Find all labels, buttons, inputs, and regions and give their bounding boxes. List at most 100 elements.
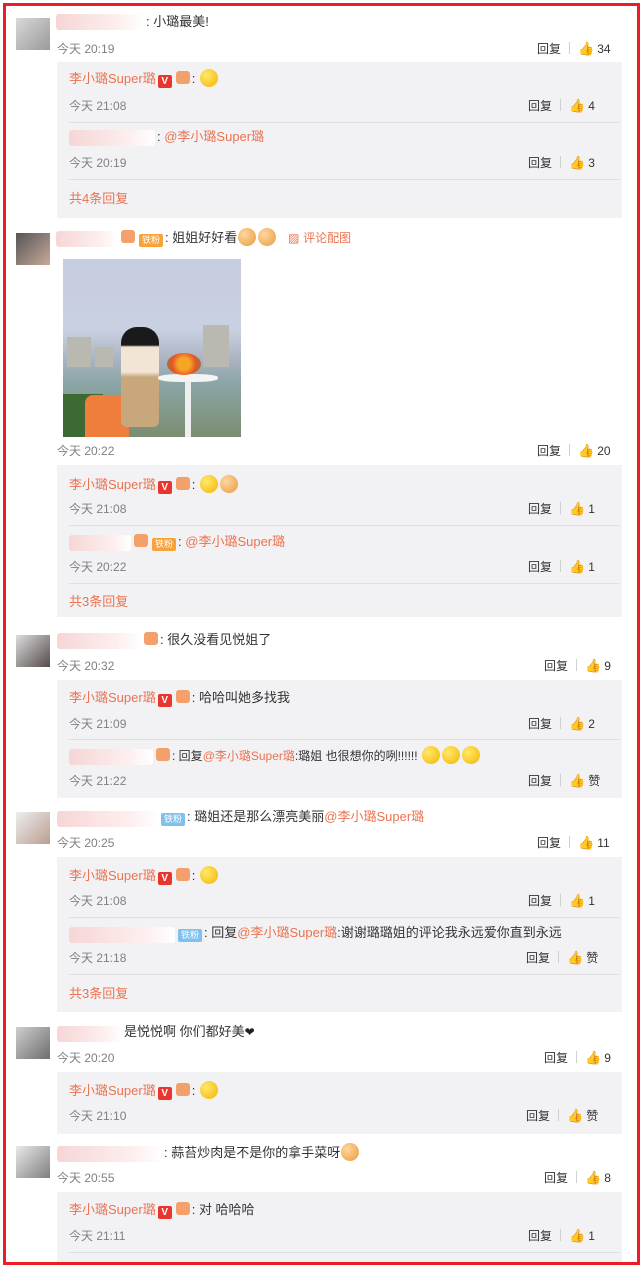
reply-button[interactable]: 回复 [528,560,552,574]
thumbs-up-icon[interactable]: 👍 [578,835,594,851]
comment-image-link[interactable]: 评论配图 [303,231,351,245]
reply-button[interactable]: 回复 [528,717,552,731]
member-crown-icon [175,477,190,490]
username-blurred[interactable] [56,14,144,30]
reply-username[interactable]: 李小璐Super璐 [69,1202,156,1217]
reply-button[interactable]: 回复 [537,444,561,458]
reply-button[interactable]: 回复 [544,1051,568,1065]
thumbs-up-icon[interactable]: 👍 [585,1050,601,1066]
separator [558,1109,560,1121]
comment-body: 姐姐好好看 [172,230,238,245]
like-count[interactable]: 赞 [586,1109,598,1123]
avatar[interactable] [16,1027,50,1059]
image-icon[interactable]: ▨ [288,231,299,245]
comment-text: : 很久没看见悦姐了 [142,631,271,649]
like-count[interactable]: 1 [588,502,595,516]
separator [569,444,571,456]
like-count[interactable]: 8 [604,1171,611,1185]
thumbs-up-icon[interactable]: 👍 [567,1108,583,1124]
like-count[interactable]: 3 [588,156,595,170]
reply-button[interactable]: 回复 [528,99,552,113]
mention-link[interactable]: @李小璐Super璐 [237,925,337,940]
reply-button[interactable]: 回复 [528,502,552,516]
thumbs-up-icon[interactable]: 👍 [569,501,585,517]
avatar[interactable] [16,18,50,50]
reply-actions: 回复 👍 1 [528,501,595,517]
like-count[interactable]: 2 [588,717,595,731]
comment-photo[interactable] [63,259,241,437]
avatar[interactable] [16,233,50,265]
more-suffix: 条回复 [89,191,129,206]
like-count[interactable]: 1 [588,894,595,908]
like-count[interactable]: 赞 [586,951,598,965]
reply-username[interactable]: 李小璐Super璐 [69,690,156,705]
separator [560,502,562,514]
username-blurred[interactable] [57,633,141,649]
like-count[interactable]: 9 [604,659,611,673]
thumbs-up-icon[interactable]: 👍 [569,155,585,171]
reply-username[interactable]: 李小璐Super璐 [69,71,156,86]
like-count[interactable]: 1 [588,1229,595,1243]
username-blurred[interactable] [69,535,131,551]
more-replies-link[interactable]: 共3条回复 [69,986,128,1002]
username-blurred[interactable] [56,231,118,247]
reply-button[interactable]: 回复 [528,774,552,788]
thumbs-up-icon[interactable]: 👍 [569,716,585,732]
reply-button[interactable]: 回复 [526,1109,550,1123]
like-count[interactable]: 9 [604,1051,611,1065]
username-blurred[interactable] [57,811,159,827]
thumbs-up-icon[interactable]: 👍 [585,1170,601,1186]
username-blurred[interactable] [69,927,175,943]
separator [576,1171,578,1183]
reply-actions: 回复 👍 3 [528,155,595,171]
avatar[interactable] [16,1146,50,1178]
thumbs-up-icon[interactable]: 👍 [569,559,585,575]
reply-button[interactable]: 回复 [528,156,552,170]
mention-link[interactable]: @李小璐Super璐 [203,749,295,763]
reply-button[interactable]: 回复 [528,1229,552,1243]
reply-button[interactable]: 回复 [537,836,561,850]
like-count[interactable]: 1 [588,560,595,574]
thumbs-up-icon[interactable]: 👍 [569,98,585,114]
more-replies-link[interactable]: 共3条回复 [69,594,128,610]
comment-actions: 回复 👍 11 [537,835,610,851]
thumbs-up-icon[interactable]: 👍 [578,41,594,57]
like-count[interactable]: 4 [588,99,595,113]
thumbs-up-icon[interactable]: 👍 [569,1228,585,1244]
reply-button[interactable]: 回复 [544,1171,568,1185]
like-count[interactable]: 34 [597,42,610,56]
mention-link[interactable]: @李小璐Super璐 [185,534,285,549]
reply-username[interactable]: 李小璐Super璐 [69,868,156,883]
username-blurred[interactable] [69,749,153,765]
avatar[interactable] [16,635,50,667]
reply-username[interactable]: 李小璐Super璐 [69,477,156,492]
mention-link[interactable]: @李小璐Super璐 [324,809,424,824]
like-count[interactable]: 赞 [588,774,600,788]
more-replies-link[interactable]: 共4条回复 [69,191,128,207]
heart-icon: ❤ [244,1025,255,1039]
verified-badge: V [157,1206,172,1219]
divider [69,1252,619,1253]
reply-username[interactable]: 李小璐Super璐 [69,1083,156,1098]
reply-prefix: 回复 [211,925,238,940]
reply-body: 哈哈叫她多找我 [198,690,290,705]
username-blurred[interactable] [57,1146,163,1162]
shocked-emoji-icon [238,228,257,246]
like-count[interactable]: 11 [597,836,609,850]
username-blurred[interactable] [57,1026,123,1042]
thumbs-up-icon[interactable]: 👍 [585,658,601,674]
reply-button[interactable]: 回复 [544,659,568,673]
thumbs-up-icon[interactable]: 👍 [578,443,594,459]
reply-button[interactable]: 回复 [528,894,552,908]
verified-badge: V [157,75,172,88]
thumbs-up-icon[interactable]: 👍 [567,950,583,966]
username-blurred[interactable] [69,130,155,146]
mention-link[interactable]: @李小璐Super璐 [164,129,264,144]
like-count[interactable]: 20 [597,444,610,458]
reply-button[interactable]: 回复 [537,42,561,56]
comment-actions: 回复 👍 34 [537,41,611,57]
thumbs-up-icon[interactable]: 👍 [569,773,585,789]
avatar[interactable] [16,812,50,844]
reply-button[interactable]: 回复 [526,951,550,965]
thumbs-up-icon[interactable]: 👍 [569,893,585,909]
